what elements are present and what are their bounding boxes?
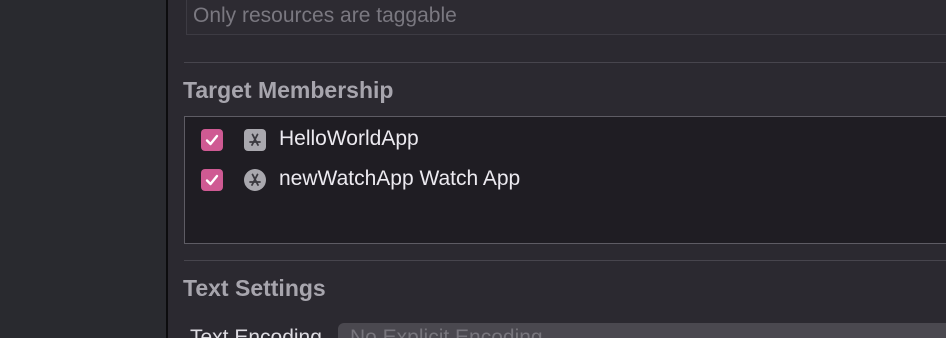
watch-app-icon bbox=[244, 169, 266, 191]
target-row-watch-app[interactable]: newWatchApp Watch App bbox=[185, 163, 945, 197]
text-encoding-value: No Explicit Encoding bbox=[350, 326, 543, 338]
app-store-icon bbox=[244, 129, 266, 151]
section-divider bbox=[184, 62, 946, 63]
navigator-sidebar bbox=[0, 0, 166, 338]
section-divider bbox=[184, 260, 946, 261]
checkmark-icon bbox=[205, 134, 219, 146]
resource-tags-field[interactable]: Only resources are taggable bbox=[186, 0, 946, 35]
target-membership-list: HelloWorldApp newWatchApp Watch App bbox=[184, 116, 946, 244]
text-encoding-select[interactable]: No Explicit Encoding bbox=[338, 323, 946, 338]
target-row-helloworldapp[interactable]: HelloWorldApp bbox=[185, 123, 945, 157]
target-label: HelloWorldApp bbox=[279, 127, 419, 150]
checkmark-icon bbox=[205, 174, 219, 186]
target-checkbox[interactable] bbox=[201, 169, 223, 191]
text-encoding-label: Text Encoding bbox=[190, 326, 322, 338]
xcode-file-inspector: Only resources are taggable Target Membe… bbox=[0, 0, 946, 338]
target-label: newWatchApp Watch App bbox=[279, 167, 521, 190]
resource-tags-placeholder: Only resources are taggable bbox=[193, 4, 457, 27]
text-settings-title: Text Settings bbox=[183, 275, 326, 301]
target-membership-title: Target Membership bbox=[183, 77, 394, 103]
target-checkbox[interactable] bbox=[201, 129, 223, 151]
